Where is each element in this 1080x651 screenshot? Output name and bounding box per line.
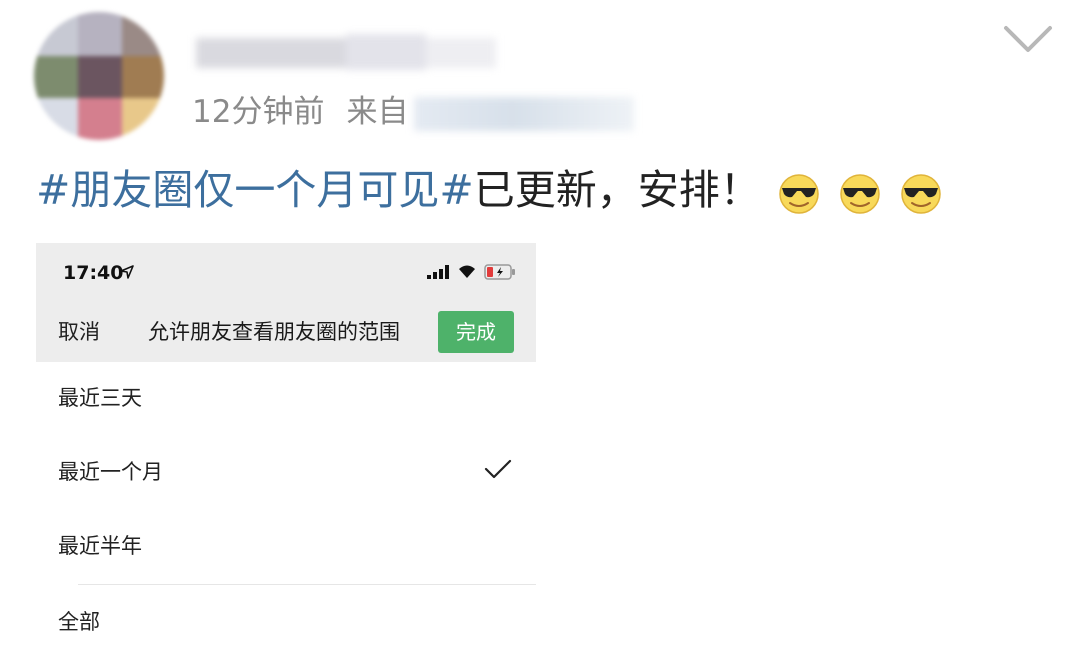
signal-icon [427,265,449,279]
post-meta: 12分钟前 来自 [192,90,635,134]
done-button[interactable]: 完成 [438,311,514,353]
post-source-blurred [414,96,635,131]
post-time: 12分钟前 [192,94,325,130]
option-label: 最近半年 [58,534,142,558]
post-content: #朋友圈仅一个月可见#已更新，安排！ [36,160,944,220]
option-label: 最近三天 [58,386,142,410]
cool-sunglasses-emoji-icon [901,174,941,214]
post-body-text: 已更新，安排！ [473,166,761,214]
option-last-three-days[interactable]: 最近三天 [36,362,536,436]
chevron-down-icon[interactable] [1002,18,1054,58]
option-label: 最近一个月 [58,460,163,484]
location-arrow-icon [120,265,134,279]
wifi-icon [459,265,475,278]
status-time: 17:40 [63,262,124,284]
option-last-half-year[interactable]: 最近半年 [36,510,536,584]
hashtag-link[interactable]: #朋友圈仅一个月可见# [36,166,474,214]
option-last-month[interactable]: 最近一个月 [36,436,536,510]
nav-title: 允许朋友查看朋友圈的范围 [148,320,400,344]
cool-sunglasses-emoji-icon [779,174,819,214]
option-label: 全部 [58,610,100,634]
cool-sunglasses-emoji-icon [840,174,880,214]
divider [78,584,536,585]
option-all[interactable]: 全部 [36,586,536,651]
avatar[interactable] [34,12,164,140]
checkmark-icon [484,459,512,479]
embedded-phone-screenshot: 17:40 取消 允许朋友查看朋友圈的范围 完成 最近三天 最近一个月 最近半年… [36,243,536,651]
username-blurred[interactable] [196,30,496,76]
post-source-label: 来自 [346,94,409,130]
cancel-button[interactable]: 取消 [58,318,100,346]
battery-icon [484,264,515,280]
phone-header: 17:40 取消 允许朋友查看朋友圈的范围 完成 [36,243,536,362]
